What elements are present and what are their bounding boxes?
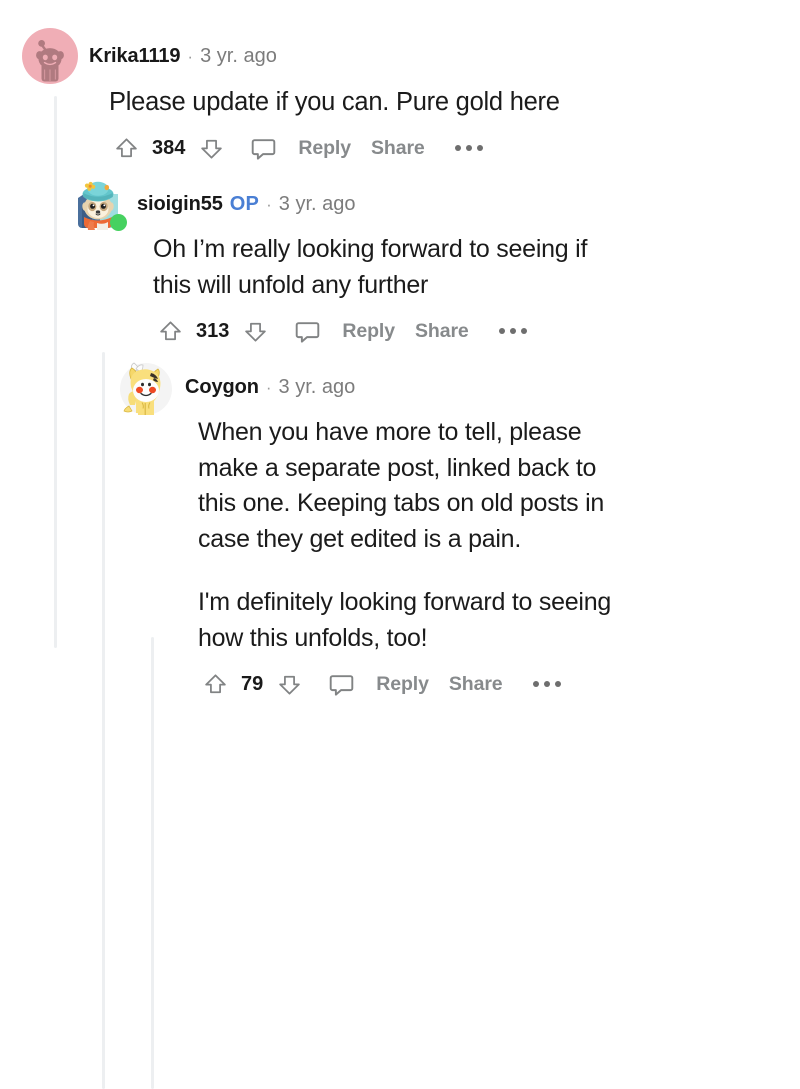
vote-group: 79 (198, 667, 306, 701)
comment-timestamp: 3 yr. ago (278, 376, 356, 399)
comment-byline: sioigin55 OP · 3 yr. ago (137, 192, 355, 216)
comment-item: Coygon · 3 yr. ago When you have more to… (0, 359, 800, 712)
comment-paragraph: Oh I’m really looking forward to seeing … (153, 235, 588, 299)
avatar[interactable] (118, 359, 174, 416)
upvote-arrow-icon (115, 138, 137, 157)
comment-body: Oh I’m really looking forward to seeing … (70, 232, 630, 303)
comment-header: Krika1119 · 3 yr. ago (22, 28, 800, 84)
comment-button[interactable] (324, 667, 358, 701)
comment-timestamp: 3 yr. ago (278, 193, 356, 216)
comment-item: Krika1119 · 3 yr. ago Please update if y… (0, 28, 800, 176)
comment-item: sioigin55 OP · 3 yr. ago Oh I’m really l… (0, 176, 800, 359)
vote-count: 313 (196, 319, 230, 342)
comment-author[interactable]: sioigin55 (137, 192, 223, 216)
share-button[interactable]: Share (361, 131, 435, 166)
downvote-arrow-icon (278, 675, 300, 695)
downvote-button[interactable] (238, 314, 272, 348)
more-options-button[interactable] (487, 318, 539, 344)
comment-author[interactable]: Krika1119 (89, 44, 181, 68)
comment-byline: Coygon · 3 yr. ago (185, 375, 355, 399)
upvote-arrow-icon (159, 321, 181, 340)
share-button[interactable]: Share (439, 667, 513, 702)
vote-count: 79 (241, 672, 264, 695)
upvote-arrow-icon (204, 674, 226, 693)
comment-timestamp: 3 yr. ago (200, 45, 277, 67)
comment-bubble-icon (295, 321, 320, 343)
comment-paragraph: Please update if you can. Pure gold here (109, 88, 560, 116)
more-options-icon (454, 145, 461, 152)
comment-thread: Krika1119 · 3 yr. ago Please update if y… (0, 0, 800, 1089)
more-options-icon (532, 681, 539, 688)
snoo-default-pink-avatar (22, 28, 78, 84)
comment-paragraph: When you have more to tell, please make … (198, 418, 605, 553)
upvote-button[interactable] (109, 131, 143, 165)
downvote-button[interactable] (272, 667, 306, 701)
comment-button[interactable] (246, 131, 280, 165)
byline-separator: · (187, 47, 194, 66)
comment-action-bar: 79 Reply Share (118, 656, 800, 712)
comment-action-bar: 384 Reply Share (22, 120, 800, 176)
snoo-yellow-fox-hoodie-avatar (120, 362, 172, 416)
downvote-button[interactable] (194, 131, 228, 165)
share-button[interactable]: Share (405, 314, 479, 349)
comment-action-bar: 313 Reply Share (70, 303, 800, 359)
comment-header: Coygon · 3 yr. ago (118, 359, 800, 416)
vote-count: 384 (152, 136, 186, 159)
more-options-button[interactable] (443, 135, 495, 161)
downvote-arrow-icon (245, 322, 266, 342)
byline-separator: · (266, 195, 272, 215)
reply-button[interactable]: Reply (366, 667, 439, 702)
avatar[interactable] (70, 176, 127, 232)
comment-body: Please update if you can. Pure gold here (22, 84, 800, 120)
comment-header: sioigin55 OP · 3 yr. ago (70, 176, 800, 232)
comment-bubble-icon (329, 674, 354, 696)
comment-byline: Krika1119 · 3 yr. ago (89, 44, 277, 68)
comment-button[interactable] (290, 314, 324, 348)
reply-button[interactable]: Reply (332, 314, 405, 349)
avatar[interactable] (22, 28, 78, 84)
downvote-arrow-icon (201, 139, 222, 159)
reply-button[interactable]: Reply (288, 131, 361, 166)
comment-author[interactable]: Coygon (185, 375, 259, 399)
vote-group: 384 (109, 131, 228, 165)
upvote-button[interactable] (153, 314, 187, 348)
comment-body: When you have more to tell, please make … (118, 415, 618, 656)
vote-group: 313 (153, 314, 272, 348)
comment-paragraph: I'm definitely looking forward to seeing… (198, 588, 612, 652)
more-options-icon (498, 328, 505, 335)
byline-separator: · (265, 378, 272, 398)
op-badge: OP (229, 193, 260, 216)
upvote-button[interactable] (198, 667, 232, 701)
more-options-button[interactable] (521, 671, 573, 697)
comment-bubble-icon (251, 138, 276, 160)
